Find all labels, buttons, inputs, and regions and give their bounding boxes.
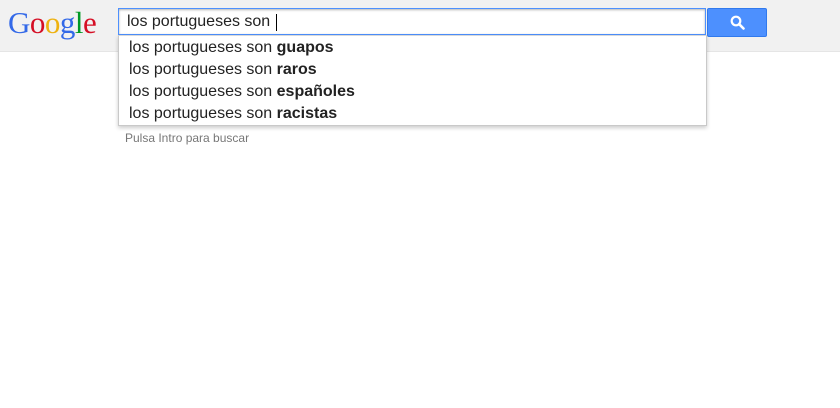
suggestion-prefix: los portugueses son bbox=[129, 83, 277, 100]
suggestion-completion: guapos bbox=[276, 39, 334, 56]
search-button[interactable] bbox=[707, 8, 767, 37]
suggestion-completion: racistas bbox=[276, 105, 338, 122]
text-caret bbox=[276, 14, 277, 31]
autocomplete-dropdown: los portugueses son guapos los portugues… bbox=[118, 35, 707, 126]
suggestion-completion: raros bbox=[276, 61, 317, 78]
search-input[interactable] bbox=[127, 10, 697, 34]
suggestion-item[interactable]: los portugueses son racistas bbox=[119, 103, 706, 125]
suggestion-prefix: los portugueses son bbox=[129, 105, 277, 122]
suggestion-item[interactable]: los portugueses son españoles bbox=[119, 81, 706, 103]
suggestion-item[interactable]: los portugueses son raros bbox=[119, 59, 706, 81]
logo-letter: o bbox=[44, 5, 61, 40]
search-box[interactable] bbox=[118, 8, 706, 35]
enter-hint: Pulsa Intro para buscar bbox=[125, 131, 250, 145]
suggestion-item[interactable]: los portugueses son guapos bbox=[119, 37, 706, 59]
logo-letter: G bbox=[8, 5, 30, 40]
logo-letter: e bbox=[83, 5, 97, 40]
suggestion-prefix: los portugueses son bbox=[129, 39, 277, 56]
search-icon bbox=[730, 15, 745, 30]
suggestion-completion: españoles bbox=[276, 83, 355, 100]
logo-letter: o bbox=[29, 5, 46, 40]
logo-letter: l bbox=[74, 5, 84, 40]
suggestion-prefix: los portugueses son bbox=[129, 61, 277, 78]
google-logo[interactable]: Google bbox=[8, 4, 97, 42]
logo-letter: g bbox=[59, 5, 76, 40]
